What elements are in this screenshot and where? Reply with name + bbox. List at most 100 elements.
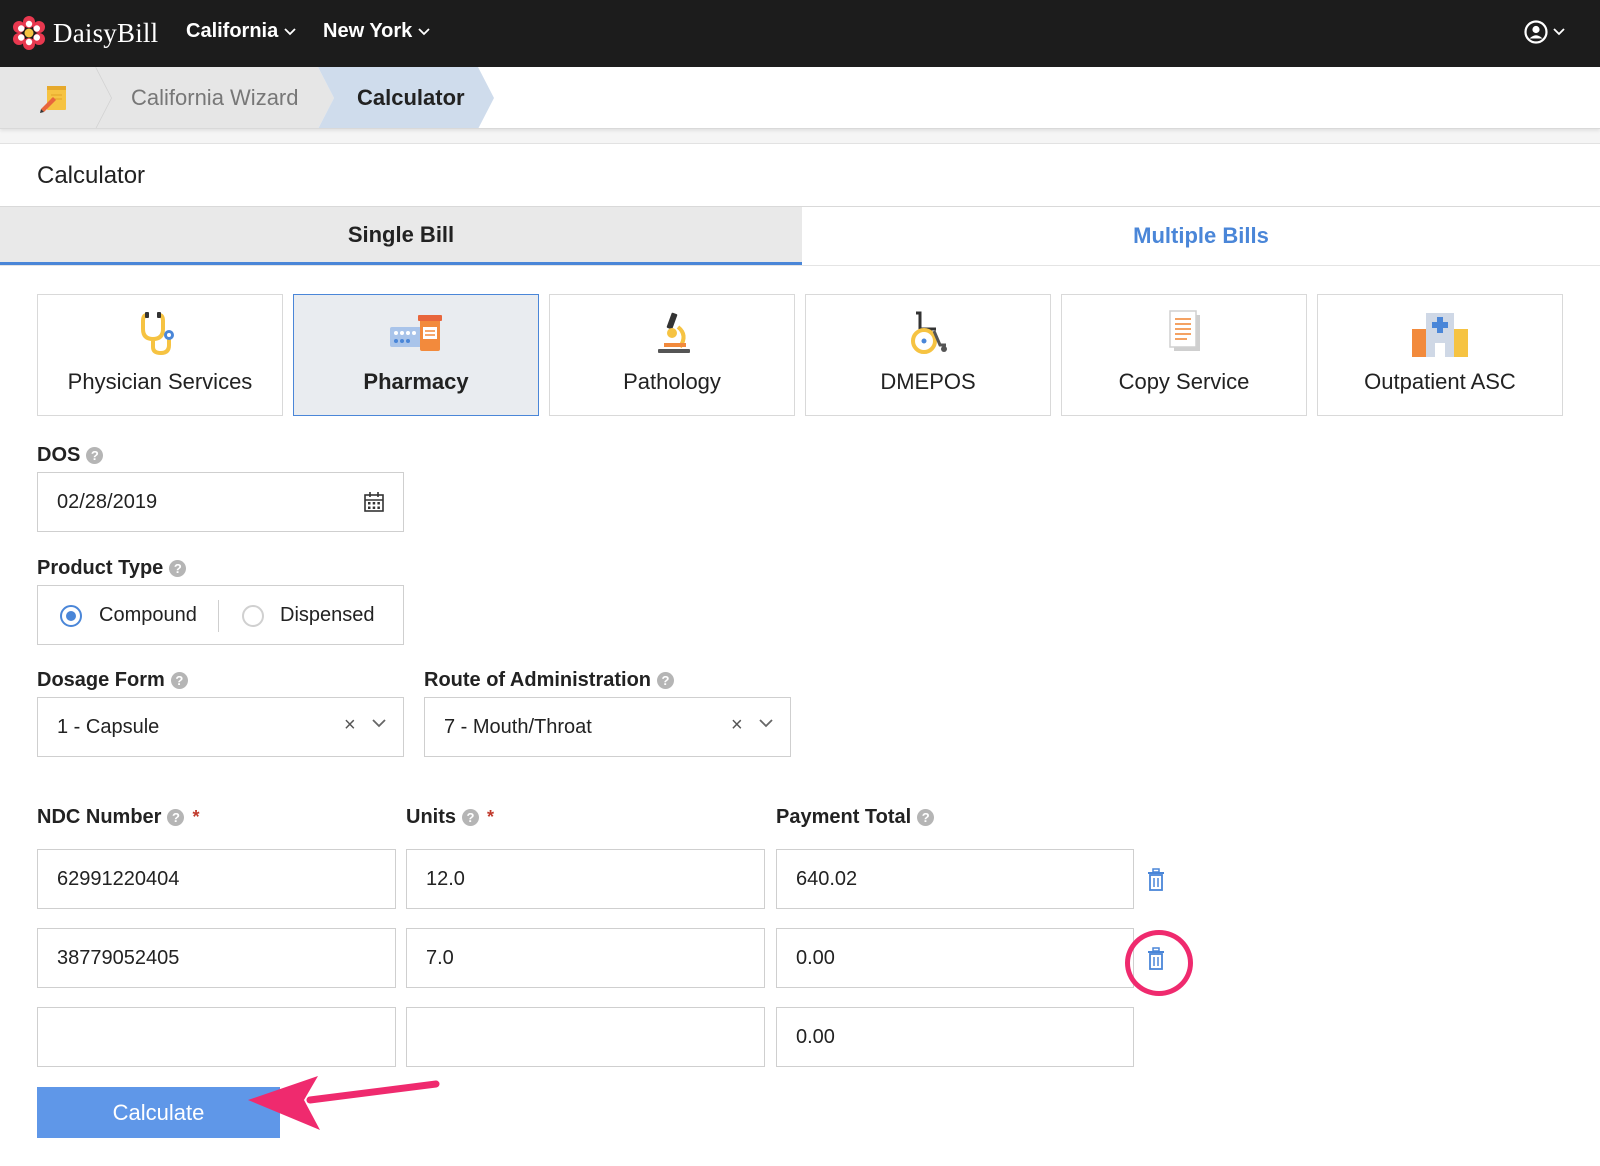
ndc-number-input[interactable]: 38779052405 [37, 928, 396, 988]
dos-value: 02/28/2019 [57, 490, 158, 513]
dosage-form-label: Dosage Form ? [37, 669, 188, 692]
payment-total-value: 640.02 [796, 867, 858, 890]
payment-total-field: 0.00 [776, 928, 1134, 988]
required-marker: * [192, 807, 200, 827]
ndc-number-value: 62991220404 [57, 867, 180, 890]
chevron-down-icon[interactable] [758, 718, 774, 728]
service-card-label: Copy Service [1118, 369, 1250, 394]
daisy-logo-icon [13, 16, 45, 50]
breadcrumb-california-wizard[interactable]: California Wizard [131, 85, 299, 111]
units-input[interactable]: 12.0 [406, 849, 765, 909]
payment-total-field: 640.02 [776, 849, 1134, 909]
nav-state-california[interactable]: California [186, 20, 296, 43]
units-header-text: Units [406, 806, 456, 828]
payment-total-header-text: Payment Total [776, 806, 912, 828]
route-label-text: Route of Administration [424, 669, 652, 691]
nav-state-label: New York [323, 20, 413, 42]
help-icon[interactable]: ? [462, 809, 479, 826]
help-icon[interactable]: ? [169, 560, 187, 577]
nav-state-new-york[interactable]: New York [323, 20, 430, 43]
route-value: 7 - Mouth/Throat [444, 715, 592, 738]
units-input[interactable] [406, 1007, 765, 1067]
radio-dispensed[interactable] [242, 605, 264, 627]
units-header: Units ? * [406, 806, 494, 829]
microscope-icon [658, 312, 690, 353]
service-card-copy-service[interactable]: Copy Service [1061, 294, 1307, 416]
dos-label-text: DOS [37, 444, 81, 466]
service-card-dmepos[interactable]: DMEPOS [805, 294, 1051, 416]
brand-logo[interactable]: DaisyBill [12, 16, 158, 50]
service-card-pathology[interactable]: Pathology [549, 294, 795, 416]
top-navbar: DaisyBill California New York [0, 0, 1600, 67]
nav-state-label: California [186, 20, 279, 42]
calculate-button[interactable]: Calculate [37, 1087, 280, 1138]
breadcrumb-calculator: Calculator [357, 85, 465, 110]
ndc-number-input[interactable]: 62991220404 [37, 849, 396, 909]
notepad-pencil-icon [40, 86, 66, 113]
user-menu[interactable] [1524, 20, 1565, 44]
user-avatar-icon [1524, 20, 1548, 44]
trash-icon[interactable] [1146, 868, 1166, 892]
service-card-label: DMEPOS [880, 369, 976, 394]
help-icon[interactable]: ? [170, 672, 188, 689]
service-card-pharmacy[interactable]: Pharmacy [293, 294, 539, 416]
hospital-icon [1412, 313, 1468, 357]
help-icon[interactable]: ? [167, 809, 185, 826]
clear-icon[interactable]: × [344, 714, 356, 737]
payment-total-value: 0.00 [796, 1025, 835, 1048]
dos-date-field[interactable]: 02/28/2019 [37, 472, 404, 532]
chevron-down-icon [418, 27, 430, 35]
product-type-label: Product Type ? [37, 557, 187, 580]
radio-compound-label[interactable]: Compound [99, 604, 197, 627]
radio-compound[interactable] [60, 605, 82, 627]
help-icon[interactable]: ? [657, 672, 675, 689]
payment-total-header: Payment Total ? [776, 806, 935, 829]
help-icon[interactable]: ? [86, 447, 104, 464]
document-icon [1169, 310, 1200, 351]
units-value: 12.0 [426, 867, 465, 890]
ndc-number-value: 38779052405 [57, 946, 180, 969]
payment-total-value: 0.00 [796, 946, 835, 969]
required-marker: * [487, 807, 495, 827]
units-value: 7.0 [426, 946, 454, 969]
clear-icon[interactable]: × [731, 714, 743, 737]
chevron-down-icon [284, 27, 296, 35]
calendar-icon[interactable] [363, 491, 385, 513]
tab-multiple-bills[interactable]: Multiple Bills [802, 207, 1600, 265]
tab-single-bill[interactable]: Single Bill [0, 207, 802, 265]
service-card-label: Outpatient ASC [1364, 369, 1516, 394]
radio-dispensed-label[interactable]: Dispensed [280, 604, 375, 627]
route-label: Route of Administration ? [424, 669, 675, 692]
dos-label: DOS ? [37, 444, 104, 467]
trash-icon[interactable] [1146, 947, 1166, 971]
service-card-physician[interactable]: Physician Services [37, 294, 283, 416]
service-card-outpatient-asc[interactable]: Outpatient ASC [1317, 294, 1563, 416]
brand-name: DaisyBill [53, 17, 159, 48]
stethoscope-icon [141, 312, 174, 356]
ndc-number-input[interactable] [37, 1007, 396, 1067]
payment-total-field: 0.00 [776, 1007, 1134, 1067]
breadcrumb: California Wizard Calculator [0, 67, 1600, 129]
route-select[interactable]: 7 - Mouth/Throat × [424, 697, 791, 757]
dosage-form-value: 1 - Capsule [57, 715, 160, 738]
ndc-number-header: NDC Number ? * [37, 806, 199, 829]
chevron-down-icon [1553, 28, 1565, 36]
ndc-number-header-text: NDC Number [37, 806, 162, 828]
page-title: Calculator [37, 162, 146, 189]
product-type-label-text: Product Type [37, 557, 164, 579]
service-card-label: Physician Services [67, 369, 253, 394]
service-card-label: Pharmacy [363, 369, 469, 394]
product-type-radio-group: Compound Dispensed [37, 585, 404, 645]
chevron-down-icon[interactable] [371, 718, 387, 728]
service-card-label: Pathology [623, 369, 721, 394]
dosage-form-select[interactable]: 1 - Capsule × [37, 697, 404, 757]
calculator-panel: Calculator Single Bill Multiple Bills Ph… [0, 143, 1600, 1166]
wheelchair-icon [911, 311, 947, 354]
help-icon[interactable]: ? [917, 809, 935, 826]
bill-tabs: Single Bill Multiple Bills [0, 206, 1600, 266]
radio-divider [218, 600, 219, 632]
units-input[interactable]: 7.0 [406, 928, 765, 988]
breadcrumb-home[interactable] [38, 82, 70, 119]
pharmacy-icon [390, 315, 442, 351]
dosage-form-label-text: Dosage Form [37, 669, 165, 691]
